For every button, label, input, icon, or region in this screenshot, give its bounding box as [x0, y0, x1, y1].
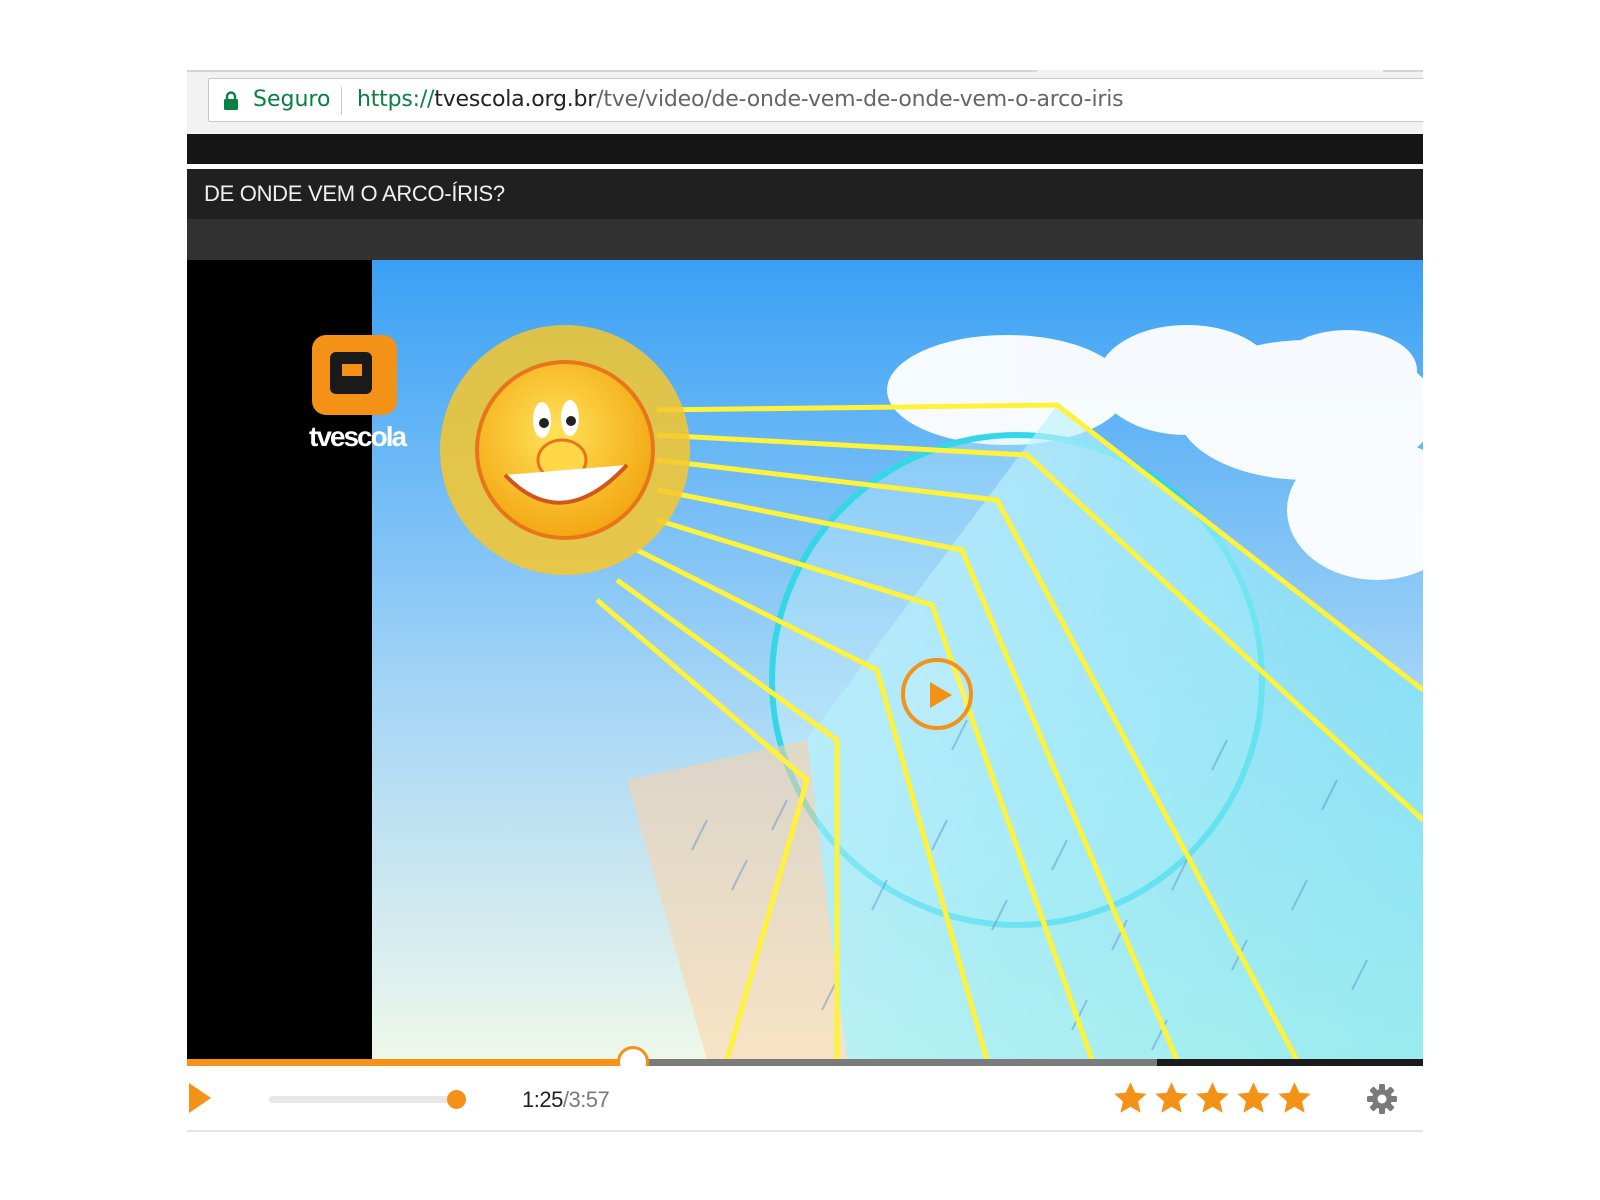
- duration: 3:57: [568, 1087, 610, 1112]
- play-icon: [189, 1083, 211, 1113]
- gear-icon[interactable]: [1366, 1083, 1398, 1115]
- url-host: tvescola.org.br: [434, 87, 597, 112]
- tab-strip-line: [187, 70, 1037, 72]
- volume-handle[interactable]: [447, 1090, 467, 1109]
- rating-stars[interactable]: [1112, 1080, 1317, 1116]
- logo-text: tvescola: [309, 421, 407, 452]
- browser-chrome: Seguro https://tvescola.org.br/tve/video…: [187, 70, 1423, 134]
- url-text[interactable]: https://tvescola.org.br/tve/video/de-ond…: [357, 87, 1124, 112]
- star-icon[interactable]: [1112, 1080, 1149, 1116]
- player-controls: 1:25/3:57: [187, 1066, 1423, 1132]
- star-icon[interactable]: [1194, 1080, 1231, 1116]
- url-path: /tve/video/de-onde-vem-de-onde-vem-o-arc…: [596, 87, 1124, 112]
- progress-bar[interactable]: [187, 1046, 1423, 1078]
- tab-strip-line: [1383, 70, 1423, 72]
- sun: [440, 325, 690, 575]
- time-display: 1:25/3:57: [522, 1087, 610, 1113]
- url-scheme: https://: [357, 87, 435, 112]
- star-icon[interactable]: [1153, 1080, 1190, 1116]
- current-time: 1:25: [522, 1087, 563, 1112]
- play-button[interactable]: [189, 1083, 213, 1113]
- star-icon[interactable]: [1276, 1080, 1313, 1116]
- play-circle-icon: [930, 682, 952, 708]
- star-icon[interactable]: [1235, 1080, 1272, 1116]
- progress-played: [187, 1059, 631, 1066]
- address-bar[interactable]: Seguro https://tvescola.org.br/tve/video…: [208, 78, 1423, 122]
- volume-slider[interactable]: [269, 1090, 467, 1109]
- lock-icon: [224, 91, 238, 110]
- tvescola-logo: [312, 335, 397, 415]
- page-title: DE ONDE VEM O ARCO-ÍRIS?: [204, 181, 505, 206]
- volume-level: [269, 1096, 458, 1103]
- video-player[interactable]: tvescola: [187, 260, 1423, 1060]
- big-play-button[interactable]: [901, 658, 973, 730]
- site-navigation-bar: [187, 134, 1423, 164]
- secure-label: Seguro: [253, 87, 331, 112]
- video-title-bar: DE ONDE VEM O ARCO-ÍRIS?: [187, 169, 1423, 219]
- video-frame: tvescola: [187, 260, 1423, 1060]
- address-separator: [341, 87, 342, 115]
- video-subbar: [187, 219, 1423, 260]
